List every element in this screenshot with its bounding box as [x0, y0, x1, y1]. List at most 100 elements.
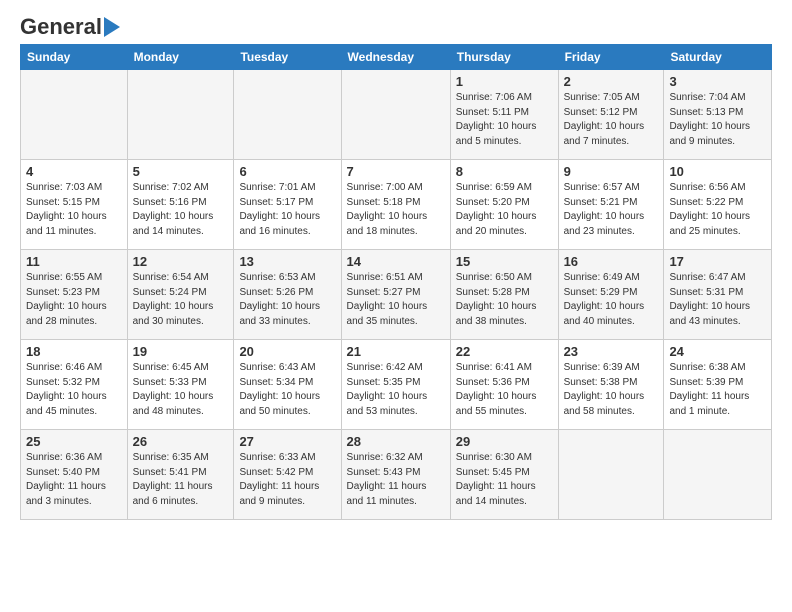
- calendar-cell: 14 Sunrise: 6:51 AM Sunset: 5:27 PM Dayli…: [341, 250, 450, 340]
- day-number: 14: [347, 254, 445, 269]
- day-number: 25: [26, 434, 122, 449]
- calendar-week-row: 1 Sunrise: 7:06 AM Sunset: 5:11 PM Daylig…: [21, 70, 772, 160]
- day-info: Sunrise: 7:05 AM Sunset: 5:12 PM Dayligh…: [564, 91, 659, 149]
- calendar-header: Sunday Monday Tuesday Wednesday Thursday…: [21, 45, 772, 70]
- day-info: Sunrise: 6:45 AM Sunset: 5:33 PM Dayligh…: [133, 361, 229, 419]
- day-info: Sunrise: 7:03 AM Sunset: 5:15 PM Dayligh…: [26, 181, 122, 239]
- day-info: Sunrise: 7:04 AM Sunset: 5:13 PM Dayligh…: [669, 91, 766, 149]
- day-number: 3: [669, 74, 766, 89]
- day-info: Sunrise: 7:06 AM Sunset: 5:11 PM Dayligh…: [456, 91, 553, 149]
- day-number: 15: [456, 254, 553, 269]
- calendar-cell: 9 Sunrise: 6:57 AM Sunset: 5:21 PM Daylig…: [558, 160, 664, 250]
- logo-arrow-icon: [104, 17, 120, 37]
- day-number: 5: [133, 164, 229, 179]
- day-number: 24: [669, 344, 766, 359]
- day-number: 2: [564, 74, 659, 89]
- calendar-cell: 23 Sunrise: 6:39 AM Sunset: 5:38 PM Dayli…: [558, 340, 664, 430]
- calendar-cell: [127, 70, 234, 160]
- calendar-cell: [341, 70, 450, 160]
- day-info: Sunrise: 6:47 AM Sunset: 5:31 PM Dayligh…: [669, 271, 766, 329]
- calendar-cell: 12 Sunrise: 6:54 AM Sunset: 5:24 PM Dayli…: [127, 250, 234, 340]
- day-number: 13: [239, 254, 335, 269]
- day-number: 18: [26, 344, 122, 359]
- calendar-cell: 26 Sunrise: 6:35 AM Sunset: 5:41 PM Dayli…: [127, 430, 234, 520]
- day-info: Sunrise: 6:49 AM Sunset: 5:29 PM Dayligh…: [564, 271, 659, 329]
- day-info: Sunrise: 6:59 AM Sunset: 5:20 PM Dayligh…: [456, 181, 553, 239]
- day-number: 10: [669, 164, 766, 179]
- day-info: Sunrise: 6:50 AM Sunset: 5:28 PM Dayligh…: [456, 271, 553, 329]
- day-info: Sunrise: 6:42 AM Sunset: 5:35 PM Dayligh…: [347, 361, 445, 419]
- day-number: 9: [564, 164, 659, 179]
- calendar-body: 1 Sunrise: 7:06 AM Sunset: 5:11 PM Daylig…: [21, 70, 772, 520]
- calendar-cell: 6 Sunrise: 7:01 AM Sunset: 5:17 PM Daylig…: [234, 160, 341, 250]
- calendar-cell: [558, 430, 664, 520]
- calendar-cell: 21Sunrise: 6:42 AM Sunset: 5:35 PM Dayli…: [341, 340, 450, 430]
- day-info: Sunrise: 7:00 AM Sunset: 5:18 PM Dayligh…: [347, 181, 445, 239]
- calendar-week-row: 25 Sunrise: 6:36 AM Sunset: 5:40 PM Dayli…: [21, 430, 772, 520]
- col-saturday: Saturday: [664, 45, 772, 70]
- day-number: 7: [347, 164, 445, 179]
- day-info: Sunrise: 6:30 AM Sunset: 5:45 PM Dayligh…: [456, 451, 553, 509]
- page-header: General: [20, 16, 772, 34]
- day-number: 8: [456, 164, 553, 179]
- calendar-cell: 25 Sunrise: 6:36 AM Sunset: 5:40 PM Dayli…: [21, 430, 128, 520]
- calendar-week-row: 18 Sunrise: 6:46 AM Sunset: 5:32 PM Dayli…: [21, 340, 772, 430]
- col-thursday: Thursday: [450, 45, 558, 70]
- calendar-table: Sunday Monday Tuesday Wednesday Thursday…: [20, 44, 772, 520]
- calendar-cell: 5 Sunrise: 7:02 AM Sunset: 5:16 PM Daylig…: [127, 160, 234, 250]
- calendar-cell: 4 Sunrise: 7:03 AM Sunset: 5:15 PM Daylig…: [21, 160, 128, 250]
- day-info: Sunrise: 6:39 AM Sunset: 5:38 PM Dayligh…: [564, 361, 659, 419]
- day-number: 26: [133, 434, 229, 449]
- calendar-week-row: 11 Sunrise: 6:55 AM Sunset: 5:23 PM Dayli…: [21, 250, 772, 340]
- day-info: Sunrise: 6:51 AM Sunset: 5:27 PM Dayligh…: [347, 271, 445, 329]
- day-number: 23: [564, 344, 659, 359]
- day-number: 29: [456, 434, 553, 449]
- day-number: 20: [239, 344, 335, 359]
- day-info: Sunrise: 6:46 AM Sunset: 5:32 PM Dayligh…: [26, 361, 122, 419]
- calendar-cell: [234, 70, 341, 160]
- day-number: 1: [456, 74, 553, 89]
- calendar-cell: 18 Sunrise: 6:46 AM Sunset: 5:32 PM Dayli…: [21, 340, 128, 430]
- day-info: Sunrise: 7:01 AM Sunset: 5:17 PM Dayligh…: [239, 181, 335, 239]
- calendar-cell: 20Sunrise: 6:43 AM Sunset: 5:34 PM Dayli…: [234, 340, 341, 430]
- day-number: 16: [564, 254, 659, 269]
- day-info: Sunrise: 6:35 AM Sunset: 5:41 PM Dayligh…: [133, 451, 229, 509]
- calendar-cell: 16 Sunrise: 6:49 AM Sunset: 5:29 PM Dayli…: [558, 250, 664, 340]
- calendar-cell: 7 Sunrise: 7:00 AM Sunset: 5:18 PM Daylig…: [341, 160, 450, 250]
- calendar-cell: 11 Sunrise: 6:55 AM Sunset: 5:23 PM Dayli…: [21, 250, 128, 340]
- col-sunday: Sunday: [21, 45, 128, 70]
- day-number: 4: [26, 164, 122, 179]
- calendar-cell: 3 Sunrise: 7:04 AM Sunset: 5:13 PM Daylig…: [664, 70, 772, 160]
- day-info: Sunrise: 6:36 AM Sunset: 5:40 PM Dayligh…: [26, 451, 122, 509]
- day-number: 12: [133, 254, 229, 269]
- logo: General: [20, 16, 120, 34]
- day-number: 11: [26, 254, 122, 269]
- day-info: Sunrise: 6:53 AM Sunset: 5:26 PM Dayligh…: [239, 271, 335, 329]
- calendar-cell: 27Sunrise: 6:33 AM Sunset: 5:42 PM Dayli…: [234, 430, 341, 520]
- day-info: Sunrise: 7:02 AM Sunset: 5:16 PM Dayligh…: [133, 181, 229, 239]
- day-number: 17: [669, 254, 766, 269]
- col-monday: Monday: [127, 45, 234, 70]
- day-number: 22: [456, 344, 553, 359]
- calendar-cell: 2 Sunrise: 7:05 AM Sunset: 5:12 PM Daylig…: [558, 70, 664, 160]
- day-info: Sunrise: 6:41 AM Sunset: 5:36 PM Dayligh…: [456, 361, 553, 419]
- day-info: Sunrise: 6:38 AM Sunset: 5:39 PM Dayligh…: [669, 361, 766, 419]
- day-info: Sunrise: 6:33 AM Sunset: 5:42 PM Dayligh…: [239, 451, 335, 509]
- day-number: 28: [347, 434, 445, 449]
- day-number: 19: [133, 344, 229, 359]
- day-number: 6: [239, 164, 335, 179]
- calendar-cell: 8 Sunrise: 6:59 AM Sunset: 5:20 PM Daylig…: [450, 160, 558, 250]
- col-tuesday: Tuesday: [234, 45, 341, 70]
- day-info: Sunrise: 6:57 AM Sunset: 5:21 PM Dayligh…: [564, 181, 659, 239]
- col-friday: Friday: [558, 45, 664, 70]
- calendar-cell: 1 Sunrise: 7:06 AM Sunset: 5:11 PM Daylig…: [450, 70, 558, 160]
- logo-top-text: General: [20, 16, 102, 38]
- day-info: Sunrise: 6:56 AM Sunset: 5:22 PM Dayligh…: [669, 181, 766, 239]
- calendar-cell: 15 Sunrise: 6:50 AM Sunset: 5:28 PM Dayli…: [450, 250, 558, 340]
- calendar-cell: 29 Sunrise: 6:30 AM Sunset: 5:45 PM Dayli…: [450, 430, 558, 520]
- calendar-cell: [664, 430, 772, 520]
- day-info: Sunrise: 6:54 AM Sunset: 5:24 PM Dayligh…: [133, 271, 229, 329]
- calendar-week-row: 4 Sunrise: 7:03 AM Sunset: 5:15 PM Daylig…: [21, 160, 772, 250]
- day-info: Sunrise: 6:55 AM Sunset: 5:23 PM Dayligh…: [26, 271, 122, 329]
- calendar-cell: 17 Sunrise: 6:47 AM Sunset: 5:31 PM Dayli…: [664, 250, 772, 340]
